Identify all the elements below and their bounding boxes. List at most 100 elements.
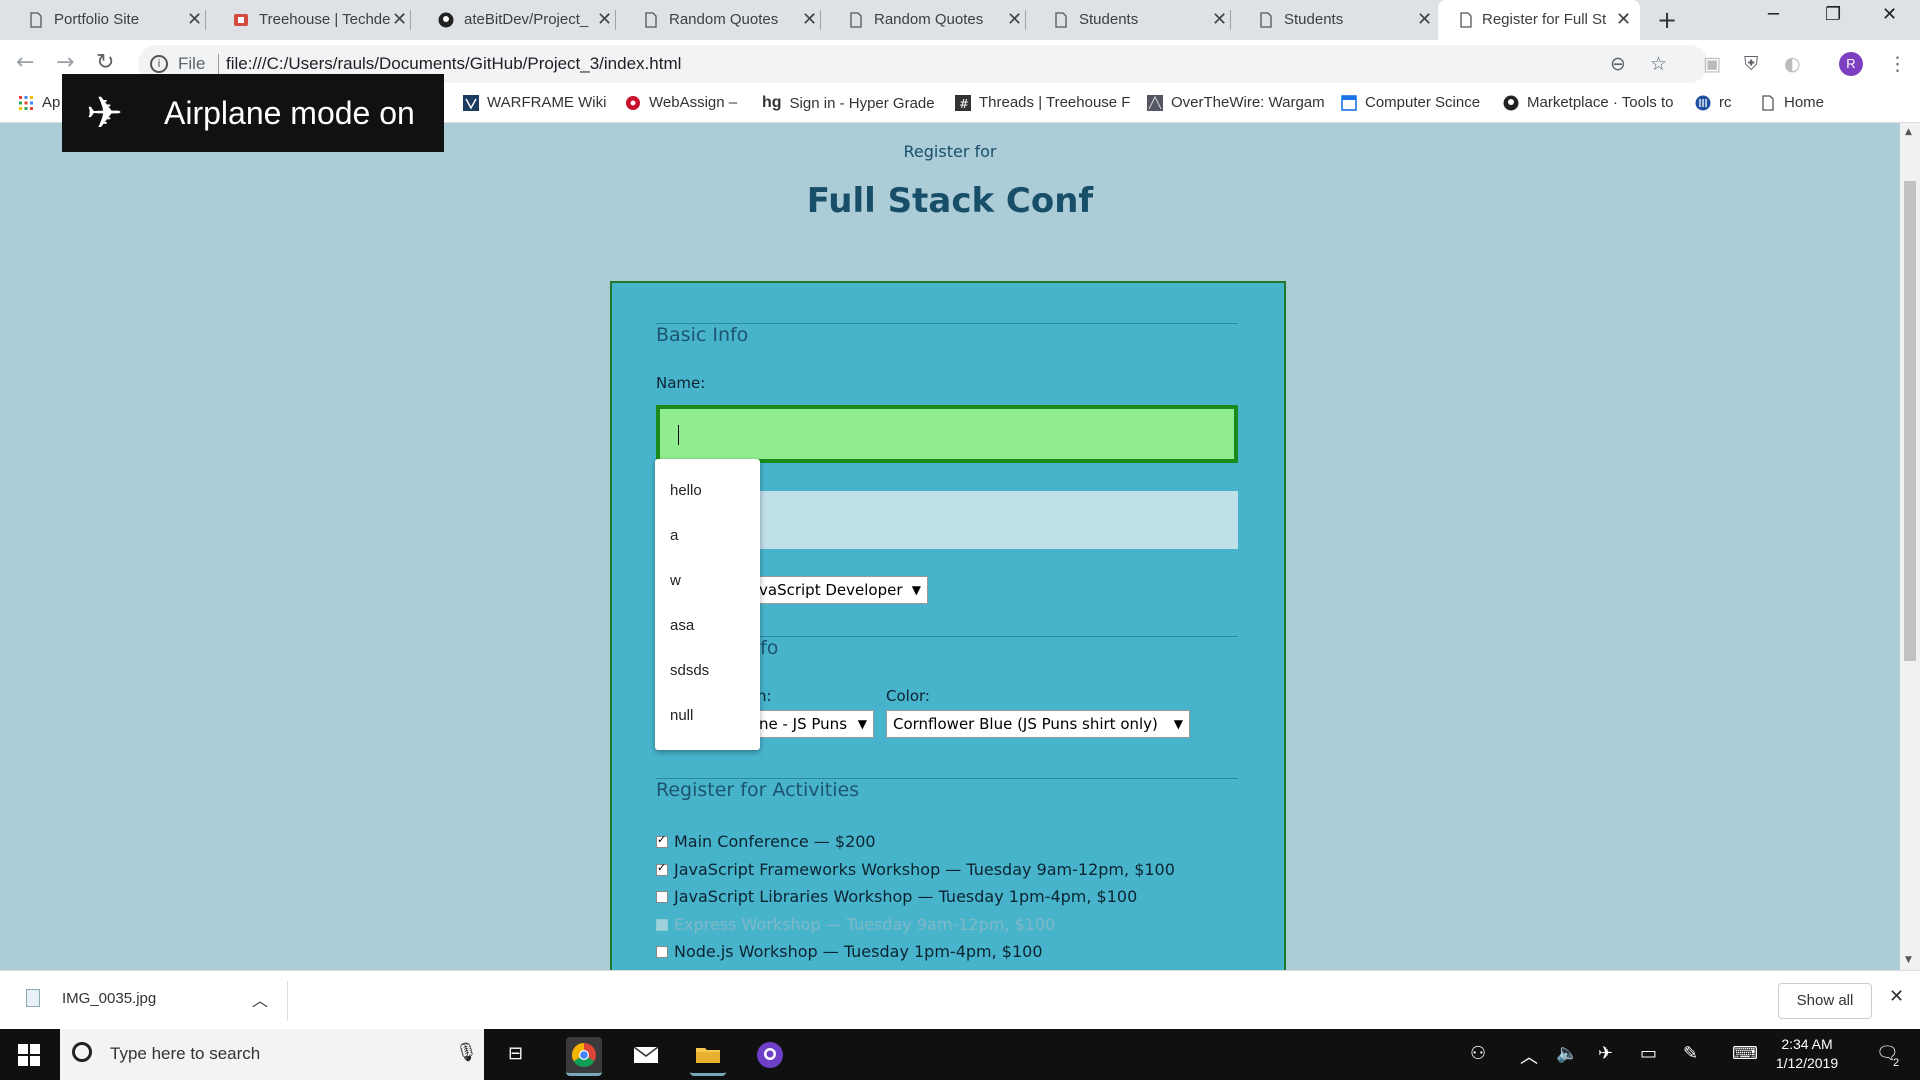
bookmark-rc[interactable]: rc (1695, 94, 1732, 111)
activity-js-frameworks[interactable]: JavaScript Frameworks Workshop — Tuesday… (656, 860, 1175, 879)
tab-register-full-stack[interactable]: Register for Full St ✕ (1438, 0, 1640, 40)
omnibox-divider (218, 54, 219, 74)
activity-checkbox[interactable] (656, 890, 668, 903)
reload-button[interactable]: ↻ (96, 50, 114, 75)
menu-icon[interactable]: ⋮ (1888, 53, 1907, 75)
text-caret (678, 425, 679, 445)
autocomplete-item[interactable]: w (670, 572, 681, 589)
bookmark-label: Threads | Treehouse F (979, 94, 1131, 111)
overthewire-icon (1147, 94, 1163, 111)
close-icon[interactable]: ✕ (1889, 986, 1904, 1007)
tab-treehouse[interactable]: Treehouse | Techde ✕ (205, 0, 410, 40)
close-icon[interactable]: ✕ (1007, 9, 1022, 30)
chevron-up-icon[interactable]: ︿ (252, 987, 268, 1011)
close-icon[interactable]: ✕ (1417, 9, 1432, 30)
github-desktop-taskbar-button[interactable] (752, 1037, 788, 1073)
activity-main-conference[interactable]: Main Conference — $200 (656, 832, 876, 851)
chevron-up-icon[interactable]: ︿ (1520, 1043, 1538, 1069)
tab-label: Register for Full St (1482, 11, 1607, 28)
show-all-button[interactable]: Show all (1778, 983, 1872, 1019)
scroll-down-icon[interactable]: ▼ (1905, 955, 1912, 965)
activity-js-libraries[interactable]: JavaScript Libraries Workshop — Tuesday … (656, 887, 1137, 906)
color-select[interactable]: Cornflower Blue (JS Puns shirt only) ▼ (886, 710, 1190, 738)
url-text[interactable]: file:///C:/Users/rauls/Documents/GitHub/… (226, 54, 681, 74)
tab-random-quotes-2[interactable]: Random Quotes ✕ (820, 0, 1025, 40)
shield-icon[interactable]: ⛨ (1744, 53, 1758, 75)
doc-icon (1341, 94, 1357, 111)
close-icon[interactable]: ✕ (802, 9, 817, 30)
activity-checkbox[interactable] (656, 945, 668, 958)
name-input[interactable] (656, 405, 1238, 463)
bookmark-threads[interactable]: # Threads | Treehouse F (955, 94, 1130, 111)
airplane-icon: ✈ (86, 88, 123, 139)
task-view-icon[interactable]: ⊟ (508, 1043, 523, 1064)
extension-icon[interactable]: ▣ (1703, 53, 1721, 75)
system-clock[interactable]: 2:34 AM 1/12/2019 (1762, 1035, 1852, 1073)
avatar[interactable]: R (1839, 52, 1863, 76)
download-item[interactable]: IMG_0035.jpg (26, 989, 156, 1007)
close-icon[interactable]: ✕ (1212, 9, 1227, 30)
bookmark-computer-scince[interactable]: Computer Scince (1341, 94, 1480, 111)
scroll-up-icon[interactable]: ▲ (1905, 127, 1912, 137)
webassign-icon (626, 95, 640, 110)
bookmark-overthewire[interactable]: OverTheWire: Wargam (1147, 94, 1325, 111)
close-icon[interactable]: ✕ (1616, 9, 1631, 30)
bookmark-label: Sign in - Hyper Grade (789, 94, 935, 112)
microphone-icon[interactable]: 🎙 (455, 1042, 478, 1063)
minimize-button[interactable]: ─ (1768, 4, 1779, 25)
restore-button[interactable]: ❐ (1825, 4, 1841, 25)
caret-down-icon: ▼ (1173, 717, 1183, 731)
new-tab-button[interactable]: + (1657, 6, 1677, 34)
volume-icon[interactable]: 🔈 (1556, 1043, 1578, 1064)
back-button[interactable]: ← (16, 50, 34, 75)
chrome-taskbar-button[interactable] (566, 1037, 602, 1076)
bookmark-home[interactable]: Home (1760, 94, 1824, 111)
apps-icon (19, 95, 33, 110)
tab-students-1[interactable]: Students ✕ (1025, 0, 1230, 40)
autocomplete-item[interactable]: null (670, 707, 693, 724)
windows-start-icon[interactable] (18, 1044, 40, 1066)
forward-button[interactable]: → (56, 50, 74, 75)
people-icon[interactable]: ⚇ (1470, 1043, 1486, 1064)
close-icon[interactable]: ✕ (187, 9, 202, 30)
tab-students-2[interactable]: Students ✕ (1230, 0, 1435, 40)
activity-nodejs[interactable]: Node.js Workshop — Tuesday 1pm-4pm, $100 (656, 942, 1043, 961)
bookmark-apps[interactable]: Ap (18, 94, 60, 111)
job-role-select[interactable]: vaScript Developer ▼ (752, 576, 928, 604)
scrollbar-thumb[interactable] (1904, 181, 1916, 661)
bookmark-hypergrade[interactable]: hg Sign in - Hyper Grade (762, 94, 935, 112)
autocomplete-item[interactable]: a (670, 527, 678, 544)
bookmark-label: Marketplace · Tools to (1527, 94, 1674, 111)
autocomplete-item[interactable]: asa (670, 617, 694, 634)
file-explorer-taskbar-button[interactable] (690, 1037, 726, 1076)
autocomplete-item[interactable]: hello (670, 482, 702, 499)
mail-taskbar-button[interactable] (628, 1037, 664, 1073)
tab-portfolio-site[interactable]: Portfolio Site ✕ (0, 0, 205, 40)
window-close-button[interactable]: ✕ (1882, 4, 1897, 25)
activity-checkbox[interactable] (656, 861, 668, 876)
tab-github-project[interactable]: ateBitDev/Project_ ✕ (410, 0, 615, 40)
design-select[interactable]: ne - JS Puns ▼ (752, 710, 874, 738)
warframe-icon (463, 94, 479, 111)
pen-icon[interactable]: ✎ (1683, 1043, 1698, 1064)
close-icon[interactable]: ✕ (392, 9, 407, 30)
activity-checkbox (656, 918, 668, 931)
bookmark-star-icon[interactable]: ☆ (1650, 53, 1667, 75)
bookmark-webassign[interactable]: WebAssign – (625, 94, 737, 111)
bookmark-marketplace[interactable]: Marketplace · Tools to (1503, 94, 1673, 111)
autocomplete-item[interactable]: sdsds (670, 662, 709, 679)
rc-icon (1695, 95, 1711, 110)
keyboard-icon[interactable]: ⌨ (1732, 1043, 1758, 1064)
extension-icon[interactable]: ◐ (1784, 53, 1801, 75)
battery-icon[interactable]: ▭ (1640, 1043, 1657, 1064)
taskbar-search[interactable]: Type here to search 🎙 (60, 1029, 484, 1080)
bookmark-warframe[interactable]: WARFRAME Wiki (463, 94, 606, 111)
zoom-icon[interactable]: ⊖ (1610, 53, 1626, 75)
close-icon[interactable]: ✕ (597, 9, 612, 30)
activity-checkbox[interactable] (656, 833, 668, 848)
page-scrollbar[interactable]: ▲ ▼ (1900, 123, 1920, 970)
airplane-icon[interactable]: ✈ (1598, 1043, 1613, 1064)
info-icon[interactable]: i (150, 55, 168, 73)
page-icon (1055, 12, 1067, 28)
tab-random-quotes-1[interactable]: Random Quotes ✕ (615, 0, 820, 40)
